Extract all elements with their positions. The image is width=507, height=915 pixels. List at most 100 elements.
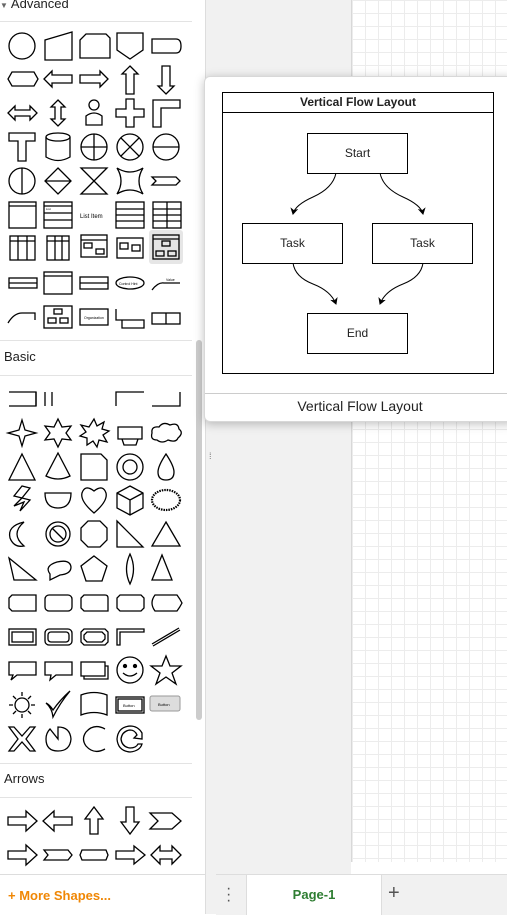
- shape-pool-h2[interactable]: [116, 237, 144, 259]
- shape-scribble[interactable]: [150, 488, 182, 512]
- shape-double-arrow[interactable]: [7, 104, 38, 122]
- section-arrows-header[interactable]: Arrows: [4, 770, 44, 788]
- shape-arrow-up-block[interactable]: [83, 805, 105, 835]
- shape-callout-rect2[interactable]: [44, 661, 73, 682]
- shape-arrow-left-block[interactable]: [42, 809, 73, 833]
- shape-manual-input[interactable]: [44, 31, 73, 61]
- svg-text:Value: Value: [166, 278, 175, 282]
- shape-callout-line[interactable]: [151, 282, 180, 291]
- shape-star4[interactable]: [116, 167, 144, 195]
- shape-note[interactable]: [80, 453, 108, 481]
- shape-actor-head[interactable]: [88, 99, 100, 111]
- shape-line-diag[interactable]: [151, 627, 181, 647]
- splitter-grip-icon[interactable]: ⁞: [209, 452, 212, 461]
- shape-half-circle[interactable]: [44, 492, 72, 509]
- shape-offpage[interactable]: [116, 32, 144, 60]
- shape-block-arc[interactable]: [116, 725, 143, 753]
- sidebar-scrollbar[interactable]: [196, 340, 202, 720]
- shape-step[interactable]: [150, 176, 181, 186]
- shape-triangle[interactable]: [7, 452, 37, 481]
- shape-x[interactable]: [7, 726, 37, 752]
- shape-tape[interactable]: [80, 691, 108, 716]
- tab-page-1[interactable]: Page-1: [246, 875, 382, 915]
- node-start: Start: [307, 133, 408, 174]
- shape-cross[interactable]: [115, 98, 145, 128]
- shape-pyramid[interactable]: [151, 553, 173, 581]
- shape-banner[interactable]: [117, 426, 143, 446]
- shape-arrow-left[interactable]: [43, 69, 73, 89]
- shape-pentagon-arrow[interactable]: [79, 849, 109, 861]
- shape-lightning[interactable]: [12, 485, 32, 512]
- edge-start-task-left: [290, 172, 337, 215]
- shape-sort[interactable]: [44, 167, 72, 195]
- shape-lines[interactable]: [44, 392, 53, 406]
- section-advanced-header[interactable]: ▼ Advanced: [0, 0, 69, 13]
- shape-arrow-down-block[interactable]: [119, 806, 141, 836]
- plus-icon[interactable]: +: [388, 882, 400, 905]
- shape-triangle2[interactable]: [150, 520, 182, 547]
- section-divider: [0, 340, 192, 341]
- shape-rounded-rect[interactable]: [44, 594, 73, 612]
- shape-pie[interactable]: [45, 726, 72, 752]
- shape-arrow-up[interactable]: [120, 65, 140, 95]
- shape-heart[interactable]: [81, 487, 107, 514]
- shape-circle[interactable]: [8, 32, 36, 60]
- shape-callout-rect[interactable]: [8, 661, 37, 681]
- shape-wedge[interactable]: [7, 556, 38, 581]
- shape-double-arrow-v[interactable]: [49, 99, 67, 127]
- shape-lens[interactable]: [125, 552, 135, 586]
- vertical-dots-icon[interactable]: · · ·: [226, 881, 231, 909]
- shape-section[interactable]: [115, 309, 145, 329]
- shape-swimlane[interactable]: [46, 235, 70, 261]
- section-basic-header[interactable]: Basic: [4, 348, 36, 366]
- shape-star6[interactable]: [43, 417, 73, 449]
- shape-l-shape[interactable]: [116, 628, 145, 646]
- shape-plaque[interactable]: [8, 594, 37, 612]
- shape-arrow-flat[interactable]: [115, 844, 147, 866]
- preview-container: Vertical Flow Layout Start Task Task End: [222, 92, 494, 374]
- shape-star[interactable]: [149, 654, 183, 686]
- shape-swimlane-v[interactable]: [9, 235, 36, 261]
- shape-collate[interactable]: [79, 167, 109, 195]
- shape-double-arrow-block[interactable]: [150, 844, 182, 866]
- shape-corner[interactable]: [152, 99, 181, 128]
- shape-arrow-right-block[interactable]: [7, 809, 38, 833]
- shape-octagon[interactable]: [80, 520, 108, 548]
- shape-arrow-notched[interactable]: [7, 843, 38, 867]
- shape-speech[interactable]: [47, 560, 72, 582]
- shape-step-arrow[interactable]: [42, 849, 73, 861]
- more-shapes-button[interactable]: + More Shapes...: [8, 888, 111, 903]
- shape-donut[interactable]: [116, 453, 144, 481]
- shape-stack[interactable]: [80, 661, 106, 677]
- shape-cube[interactable]: [116, 485, 144, 516]
- shape-corner-line[interactable]: [115, 391, 144, 406]
- shape-star4-point[interactable]: [5, 417, 39, 449]
- shape-tag[interactable]: [151, 594, 183, 612]
- shape-card[interactable]: [79, 33, 111, 59]
- shape-chevron[interactable]: [148, 812, 182, 830]
- shape-callout[interactable]: [7, 312, 36, 324]
- shape-drop[interactable]: [157, 452, 175, 481]
- shape-group[interactable]: [43, 271, 73, 295]
- shape-checkmark[interactable]: [45, 690, 71, 720]
- shape-delay[interactable]: [151, 38, 182, 54]
- shape-octagon-rect[interactable]: [116, 594, 145, 612]
- shape-moon[interactable]: [8, 521, 26, 547]
- shape-cloud[interactable]: [150, 422, 182, 443]
- shape-display[interactable]: [7, 71, 39, 87]
- shape-arrow-right[interactable]: [79, 69, 109, 89]
- shape-tee[interactable]: [8, 132, 36, 162]
- shape-arc[interactable]: [82, 725, 106, 753]
- shape-sun[interactable]: [14, 697, 30, 713]
- shape-sum[interactable]: [120, 137, 140, 157]
- shape-corner-line2[interactable]: [152, 392, 181, 407]
- shape-right-triangle[interactable]: [116, 519, 145, 548]
- shape-actor[interactable]: [85, 112, 103, 126]
- shape-pentagon[interactable]: [80, 555, 108, 582]
- shape-arrow-down[interactable]: [156, 65, 176, 95]
- shape-rect-corner[interactable]: [80, 594, 109, 612]
- shape-cone[interactable]: [45, 451, 71, 480]
- shape-smiley[interactable]: [116, 656, 144, 684]
- shape-partial-rect[interactable]: [9, 391, 37, 407]
- shape-star-burst[interactable]: [78, 417, 111, 449]
